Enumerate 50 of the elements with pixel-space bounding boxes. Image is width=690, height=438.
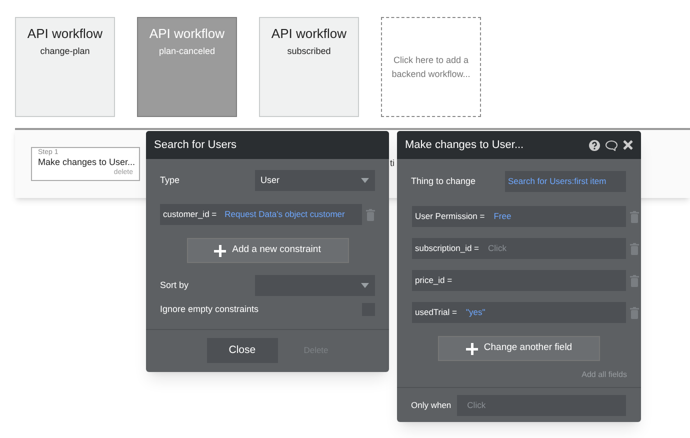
step-title: Make changes to User...: [38, 157, 133, 168]
comment-icon[interactable]: [605, 140, 618, 150]
plus-icon: [214, 244, 226, 256]
caret-icon: [361, 178, 369, 183]
ignore-label: Ignore empty constraints: [160, 303, 259, 316]
trash-icon[interactable]: [630, 210, 639, 222]
workflow-card[interactable]: API workflow subscribed: [259, 17, 359, 117]
add-constraint-button[interactable]: Add a new constraint: [186, 238, 348, 263]
field-value: Click: [488, 242, 506, 255]
trash-icon[interactable]: [630, 242, 639, 254]
add-workflow-card[interactable]: Click here to add a backend workflow...: [381, 17, 481, 117]
close-button[interactable]: Close: [206, 338, 278, 364]
change-field-button[interactable]: Change another field: [438, 336, 600, 361]
workflow-title: API workflow: [27, 26, 103, 42]
field-name: price_id =: [415, 274, 452, 287]
workflow-name: plan-canceled: [158, 45, 216, 58]
field-name: usedTrial =: [415, 306, 457, 319]
sort-dropdown[interactable]: [254, 275, 375, 296]
constraint-field: customer_id =: [163, 208, 217, 221]
field-name: subscription_id =: [415, 242, 480, 255]
type-label: Type: [160, 174, 181, 187]
constraint-value: Request Data's object customer: [224, 208, 345, 221]
workflow-card[interactable]: API workflow change-plan: [15, 17, 115, 117]
field-row[interactable]: usedTrial = "yes": [412, 302, 626, 323]
type-dropdown[interactable]: User: [254, 170, 375, 191]
field-row[interactable]: User Permission = Free: [412, 206, 626, 227]
workflow-name: subscribed: [287, 45, 331, 58]
plus-icon: [466, 342, 478, 354]
field-row[interactable]: price_id =: [412, 270, 626, 291]
only-when-label: Only when: [411, 398, 452, 412]
add-workflow-text: Click here to add a backend workflow...: [390, 54, 472, 81]
trash-icon[interactable]: [366, 208, 375, 220]
workflow-name: change-plan: [40, 45, 90, 58]
trash-icon[interactable]: [630, 274, 639, 286]
help-icon[interactable]: [589, 140, 600, 150]
workflow-title: API workflow: [271, 26, 347, 42]
panel-title: Make changes to User...: [405, 138, 525, 153]
close-icon[interactable]: [623, 140, 633, 150]
partial-label: ti: [390, 157, 394, 170]
field-value: "yes": [466, 306, 486, 319]
field-row[interactable]: subscription_id = Click: [412, 238, 626, 259]
workflow-title: API workflow: [149, 26, 225, 42]
caret-icon: [361, 283, 369, 288]
thing-label: Thing to change: [411, 174, 477, 188]
constraint-row[interactable]: customer_id = Request Data's object customer: [160, 204, 362, 225]
field-value: Free: [494, 210, 512, 223]
field-name: User Permission =: [415, 210, 485, 223]
sort-label: Sort by: [160, 278, 190, 292]
panel-title: Search for Users: [154, 138, 237, 153]
trash-icon[interactable]: [630, 306, 639, 318]
